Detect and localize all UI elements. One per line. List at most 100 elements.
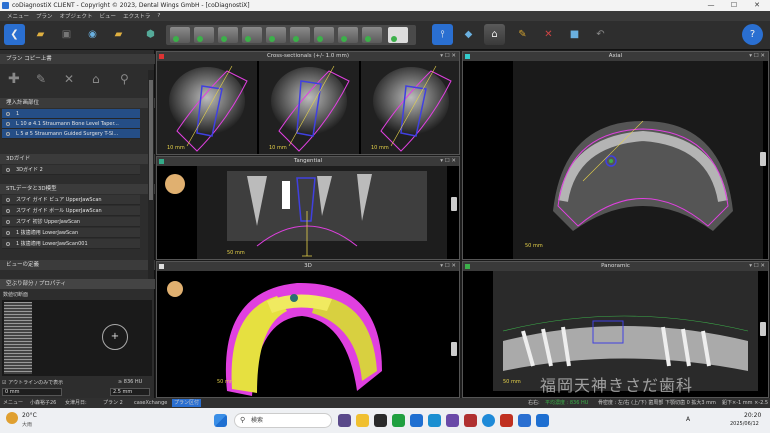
tool-10[interactable] (388, 27, 408, 43)
tooth-icon[interactable]: ⌂ (92, 72, 100, 86)
help-button[interactable]: ? (742, 24, 763, 45)
save-button[interactable]: ▣ (56, 24, 77, 45)
section-guide[interactable]: 3Dガイド (0, 154, 155, 164)
app-icon[interactable] (518, 414, 531, 427)
slice-slider[interactable] (760, 322, 766, 336)
list-item[interactable]: L 5 ø 5 Straumann Guided Surgery T-Sl... (2, 129, 140, 139)
guide-button[interactable]: ■ (564, 24, 585, 45)
open-folder-button[interactable]: ▰ (30, 24, 51, 45)
tool-5[interactable] (266, 27, 286, 43)
thickness-field[interactable]: 2.5 mm (110, 388, 150, 396)
status-bar: メニュー 小森裕子 26 女津月日: プラン 2 caseXchange プラン… (0, 398, 770, 414)
implant-icon: ⫯ (440, 29, 445, 40)
file-explorer-icon[interactable] (356, 414, 369, 427)
tool-8[interactable] (338, 27, 358, 43)
weather-temp: 20°C (22, 412, 37, 419)
pen-button[interactable]: ✎ (512, 24, 533, 45)
app-icon[interactable] (464, 414, 477, 427)
status-menu[interactable]: メニュー (3, 399, 23, 407)
xbox-icon[interactable] (392, 414, 405, 427)
radio-icon (6, 198, 10, 202)
tool-4[interactable] (242, 27, 262, 43)
close-button[interactable]: ✕ (746, 0, 768, 11)
mail-icon[interactable] (410, 414, 423, 427)
back-button[interactable]: ❮ (4, 24, 25, 45)
clinic-watermark: 福岡天神きさだ歯科 (540, 376, 694, 395)
minimize-button[interactable]: — (700, 0, 722, 11)
cyan-marker-icon (465, 54, 470, 59)
taskbar-search[interactable]: ⚲ 検索 (234, 413, 332, 428)
list-item[interactable]: スワイ ガイド ボール UpperJawScan (2, 206, 140, 216)
density-preview: + (2, 300, 152, 376)
section-implants[interactable]: 埋入計画部位 (0, 98, 155, 108)
menu-item-plan[interactable]: プラン (36, 12, 53, 20)
link-icon[interactable]: ⚲ (120, 72, 129, 86)
folder-button[interactable]: ▰ (108, 24, 129, 45)
delete-icon[interactable]: ✕ (64, 72, 74, 86)
app-icon[interactable] (338, 414, 351, 427)
status-casexchange[interactable]: caseXchange (134, 399, 167, 407)
tool-9[interactable] (362, 27, 382, 43)
tool-3[interactable] (218, 27, 238, 43)
tool-2[interactable] (194, 27, 214, 43)
list-item[interactable]: スワイ 初診 UpperJawScan (2, 217, 140, 227)
implant-tool-button[interactable]: ⫯ (432, 24, 453, 45)
tool-6[interactable] (290, 27, 310, 43)
ime-indicator[interactable]: A (686, 416, 690, 423)
edit-icon[interactable]: ✎ (36, 72, 46, 86)
tooth-button[interactable]: ⌂ (484, 24, 505, 45)
codiagnostix-icon[interactable] (536, 414, 549, 427)
zoom-slider[interactable] (451, 342, 457, 356)
undo-button[interactable]: ↶ (590, 24, 611, 45)
tangential-view[interactable]: Tangential ▾ ☐ ✕ 50 mm (156, 156, 460, 260)
list-item[interactable]: 3Dガイド 2 (2, 165, 140, 175)
menu-item-menu[interactable]: メニュー (7, 12, 29, 20)
app-icon[interactable] (446, 414, 459, 427)
radio-icon (6, 112, 10, 116)
clock-time[interactable]: 20:20 (744, 412, 761, 419)
weather-icon[interactable] (6, 412, 18, 424)
outline-checkbox[interactable]: ☑ アウトラインのみで表示 (2, 379, 63, 386)
panel-controls[interactable]: ▾ ☐ ✕ (440, 52, 456, 61)
tools-button[interactable]: ✕ (538, 24, 559, 45)
scroll-thumb[interactable] (149, 80, 153, 200)
list-item[interactable]: 1 (2, 109, 140, 119)
cross-sectional-view[interactable]: Cross-sectionals (+/- 1.0 mm) ▾ ☐ ✕ 10 mm… (156, 51, 460, 155)
panel-controls[interactable]: ▾ ☐ ✕ (749, 262, 765, 271)
axial-view[interactable]: Axial ▾ ☐ ✕ 50 mm (462, 51, 769, 260)
tool-7[interactable] (314, 27, 334, 43)
tool-1[interactable] (170, 27, 190, 43)
app-icon[interactable] (428, 414, 441, 427)
app-icon[interactable] (374, 414, 387, 427)
cube-button[interactable]: ◆ (458, 24, 479, 45)
shield-button[interactable]: ⬢ (140, 24, 161, 45)
scrollbar[interactable] (148, 70, 154, 280)
clock-date[interactable]: 2025/06/12 (730, 421, 759, 427)
section-views[interactable]: ビューの定義 (0, 260, 155, 270)
offset-field[interactable]: 0 mm (2, 388, 62, 396)
slice-slider[interactable] (451, 197, 457, 211)
menu-item-object[interactable]: オブジェクト (60, 12, 93, 20)
globe-button[interactable]: ◉ (82, 24, 103, 45)
menu-item-view[interactable]: ビュー (100, 12, 117, 20)
panel-controls[interactable]: ▾ ☐ ✕ (440, 262, 456, 271)
panel-controls[interactable]: ▾ ☐ ✕ (749, 52, 765, 61)
add-icon[interactable]: ✚ (8, 71, 20, 87)
slice-slider[interactable] (760, 152, 766, 166)
crosshair-icon[interactable]: + (102, 324, 128, 350)
list-item[interactable]: スワイ ガイド ピュア UpperJawScan (2, 195, 140, 205)
radio-icon (6, 168, 10, 172)
windows-start-icon[interactable] (214, 414, 227, 427)
3d-view[interactable]: 3D ▾ ☐ ✕ 50 mm (156, 261, 460, 398)
panel-controls[interactable]: ▾ ☐ ✕ (440, 157, 456, 166)
menu-item-extra[interactable]: エクストラ (123, 12, 150, 20)
list-item[interactable]: 1 抜歯適用 LowerJawScan001 (2, 239, 140, 249)
edge-icon[interactable] (482, 414, 495, 427)
maximize-button[interactable]: ☐ (723, 0, 745, 11)
list-item[interactable]: L 10 ø 4.1 Straumann Bone Level Taper... (2, 119, 140, 129)
folder-icon: ▰ (114, 29, 123, 40)
menu-item-help[interactable]: ? (157, 13, 160, 19)
section-stl[interactable]: STLデータと3D模型 (0, 184, 155, 194)
app-icon[interactable] (500, 414, 513, 427)
list-item[interactable]: 1 抜歯適用 LowerJawScan (2, 228, 140, 238)
